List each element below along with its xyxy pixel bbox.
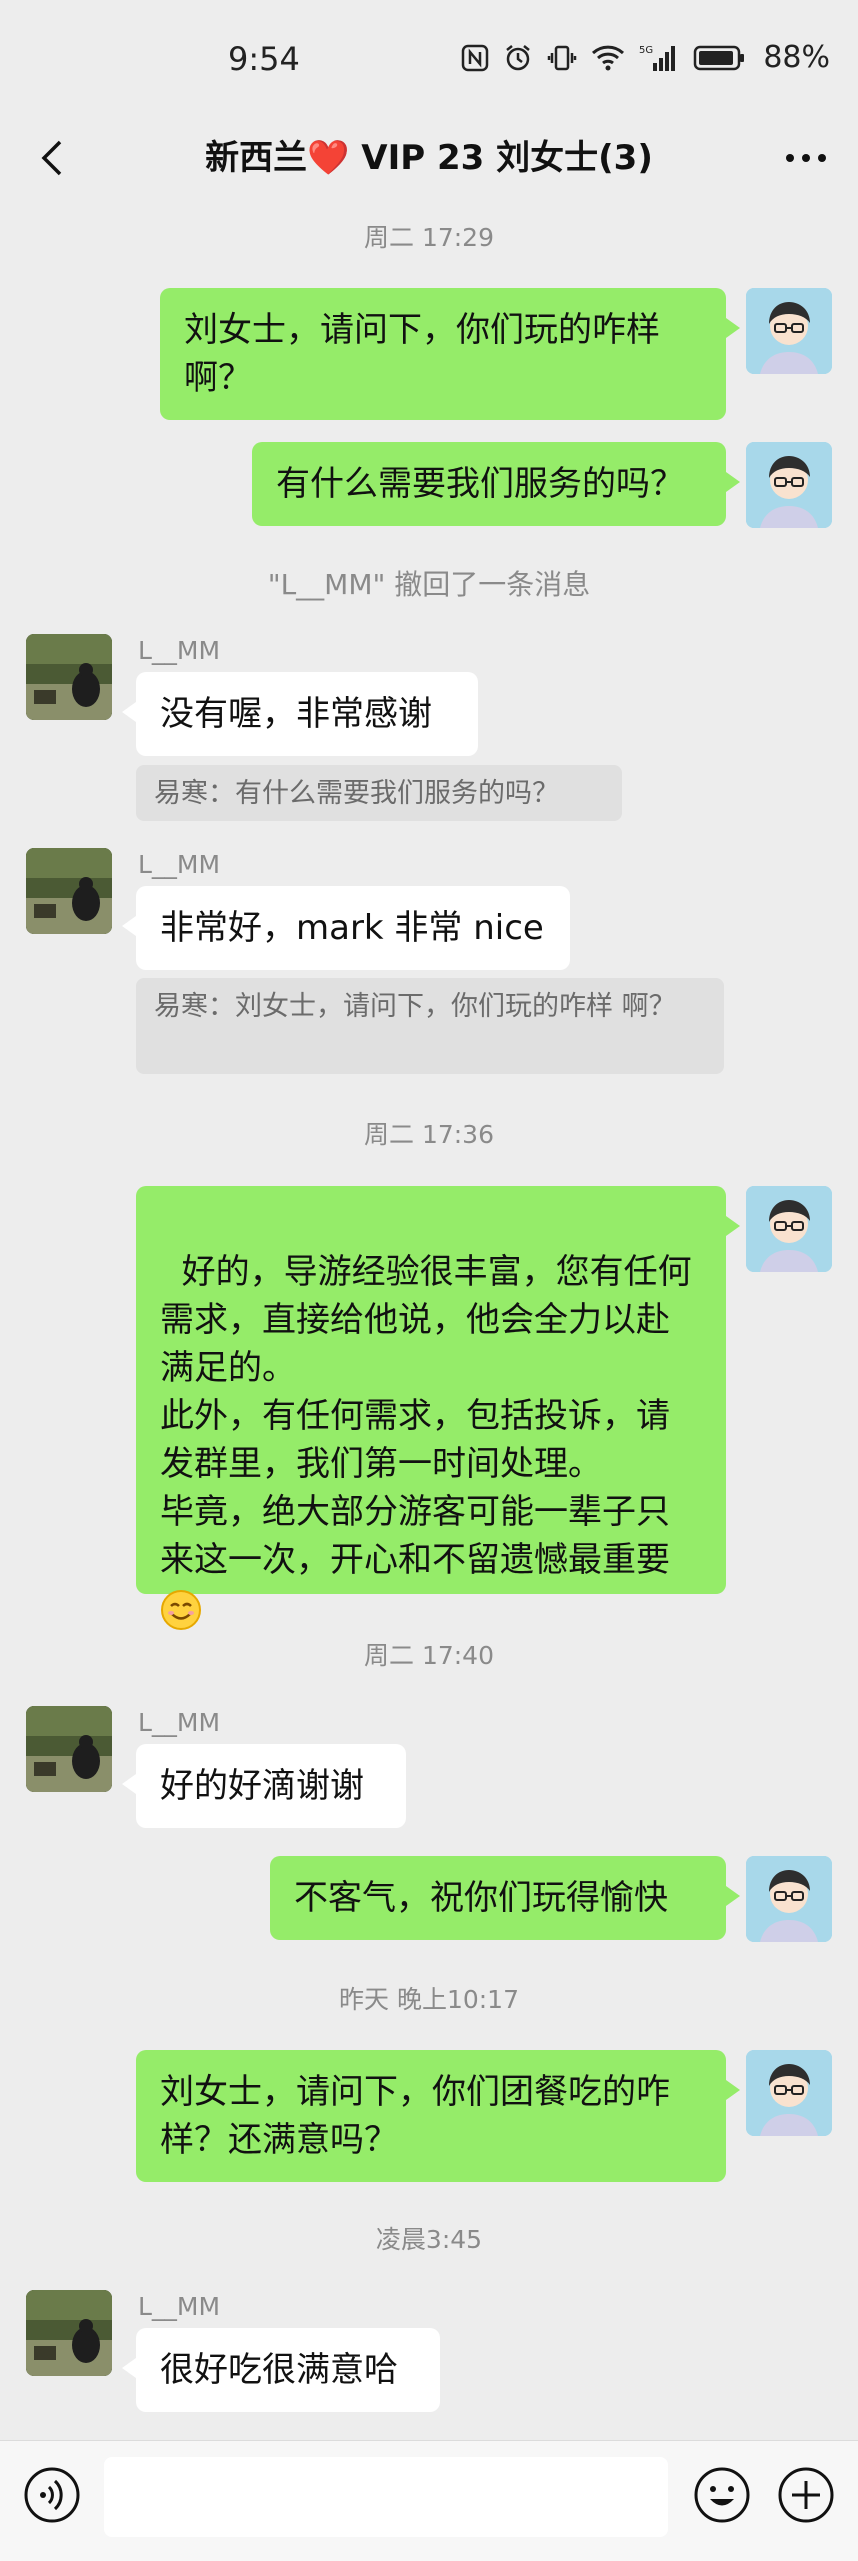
timestamp: 凌晨3:45 [375, 2225, 483, 2254]
message-bubble-sent[interactable]: 刘女士，请问下，你们团餐吃的咋 样？还满意吗？ [136, 2050, 740, 2182]
status-icons: 5G 88% [461, 40, 830, 75]
sender-name: L__MM [138, 2292, 221, 2321]
status-time: 9:54 [228, 40, 300, 78]
message-bubble-received[interactable]: 没有喔，非常感谢 [122, 672, 478, 756]
avatar[interactable] [26, 634, 112, 720]
avatar[interactable] [746, 288, 832, 374]
message-bubble-sent[interactable]: 不客气，祝你们玩得愉快 [270, 1856, 740, 1940]
timestamp: 周二 17:40 [364, 1641, 494, 1670]
message-bubble-sent[interactable]: 好的，导游经验很丰富，您有任何 需求，直接给他说，他会全力以赴 满足的。 此外，… [136, 1186, 740, 1630]
user-avatar-icon [746, 1186, 832, 1272]
message-bubble-received[interactable]: 很好吃很满意哈 [122, 2328, 440, 2412]
alarm-icon [503, 43, 533, 73]
chat-title-suffix: VIP 23 刘女士(3) [349, 138, 653, 178]
avatar[interactable] [26, 848, 112, 934]
status-bar: 9:54 5G 88% [0, 0, 858, 120]
message-bubble-received[interactable]: 好的好滴谢谢 [122, 1744, 406, 1828]
avatar[interactable] [746, 1186, 832, 1272]
user-avatar-icon [746, 2050, 832, 2136]
message-bubble-received[interactable]: 非常好，mark 非常 nice [122, 886, 570, 970]
more-button[interactable] [776, 128, 836, 188]
nav-bar: 新西兰❤️ VIP 23 刘女士(3) [0, 120, 858, 200]
sender-name: L__MM [138, 1708, 221, 1737]
message-bubble-sent[interactable]: 有什么需要我们服务的吗？ [252, 442, 740, 526]
user-avatar-icon [746, 288, 832, 374]
input-bar [0, 2440, 858, 2561]
contact-avatar-icon [26, 2290, 112, 2376]
timestamp: 周二 17:29 [364, 223, 494, 252]
vibrate-icon [547, 43, 577, 73]
avatar[interactable] [746, 442, 832, 528]
battery-percent: 88% [763, 40, 830, 75]
sender-name: L__MM [138, 850, 221, 879]
message-text: 好的，导游经验很丰富，您有任何 需求，直接给他说，他会全力以赴 满足的。 此外，… [160, 1252, 692, 1580]
quoted-reply[interactable]: 易寒：刘女士，请问下，你们玩的咋样 啊？ [136, 978, 724, 1074]
avatar[interactable] [26, 2290, 112, 2376]
smile-emoji-icon [161, 1589, 201, 1630]
contact-avatar-icon [26, 1706, 112, 1792]
battery-icon [693, 44, 745, 72]
voice-icon [24, 2467, 80, 2523]
nfc-icon [461, 44, 489, 72]
message-bubble-sent[interactable]: 刘女士，请问下，你们玩的咋样 啊？ [160, 288, 740, 420]
sender-name: L__MM [138, 636, 221, 665]
contact-avatar-icon [26, 634, 112, 720]
more-dots-icon [786, 154, 826, 162]
timestamp: 周二 17:36 [364, 1120, 494, 1149]
avatar[interactable] [26, 1706, 112, 1792]
plus-icon [778, 2467, 834, 2523]
user-avatar-icon [746, 442, 832, 528]
contact-avatar-icon [26, 848, 112, 934]
avatar[interactable] [746, 1856, 832, 1942]
more-functions-button[interactable] [774, 2463, 838, 2527]
avatar[interactable] [746, 2050, 832, 2136]
recall-notice: "L__MM" 撤回了一条消息 [267, 568, 591, 601]
emoji-button[interactable] [690, 2463, 754, 2527]
chat-title-prefix: 新西兰 [205, 138, 308, 178]
user-avatar-icon [746, 1856, 832, 1942]
emoji-icon [694, 2467, 750, 2523]
timestamp: 昨天 晚上10:17 [339, 1985, 519, 2014]
message-input[interactable] [104, 2457, 668, 2537]
wifi-icon [591, 44, 625, 72]
quoted-reply[interactable]: 易寒：有什么需要我们服务的吗？ [136, 765, 622, 821]
network-type: 5G [639, 45, 653, 56]
voice-button[interactable] [20, 2463, 84, 2527]
heart-emoji: ❤️ [307, 138, 350, 178]
signal-icon: 5G [639, 43, 679, 73]
chat-title: 新西兰❤️ VIP 23 刘女士(3) [0, 128, 858, 188]
